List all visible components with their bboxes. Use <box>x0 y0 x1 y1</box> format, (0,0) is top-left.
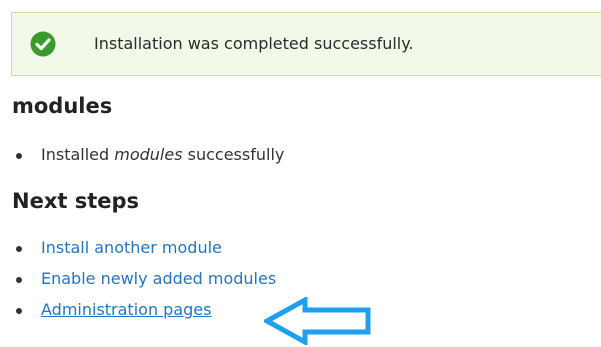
next-steps-list: Install another module Enable newly adde… <box>16 238 276 331</box>
installed-suffix-text: successfully <box>182 145 285 164</box>
modules-list: Installed modules successfully <box>16 145 284 165</box>
installed-prefix-text: Installed <box>41 145 115 164</box>
status-message-text: Installation was completed successfully. <box>94 34 414 53</box>
list-item: Install another module <box>16 238 276 269</box>
list-item: Installed modules successfully <box>16 145 284 165</box>
arrow-left-icon <box>264 297 371 345</box>
modules-heading: modules <box>12 94 113 118</box>
bullet-icon <box>16 153 22 159</box>
install-another-module-link[interactable]: Install another module <box>41 238 222 257</box>
list-item: Enable newly added modules <box>16 269 276 300</box>
list-item: Administration pages <box>16 300 276 331</box>
bullet-icon <box>16 277 22 283</box>
next-steps-heading: Next steps <box>12 189 140 213</box>
status-message: Installation was completed successfully. <box>11 12 601 76</box>
enable-newly-added-modules-link[interactable]: Enable newly added modules <box>41 269 276 288</box>
installed-emphasis-text: modules <box>114 145 183 164</box>
check-circle-icon <box>30 31 56 57</box>
bullet-icon <box>16 246 22 252</box>
administration-pages-link[interactable]: Administration pages <box>41 300 211 319</box>
bullet-icon <box>16 308 22 314</box>
